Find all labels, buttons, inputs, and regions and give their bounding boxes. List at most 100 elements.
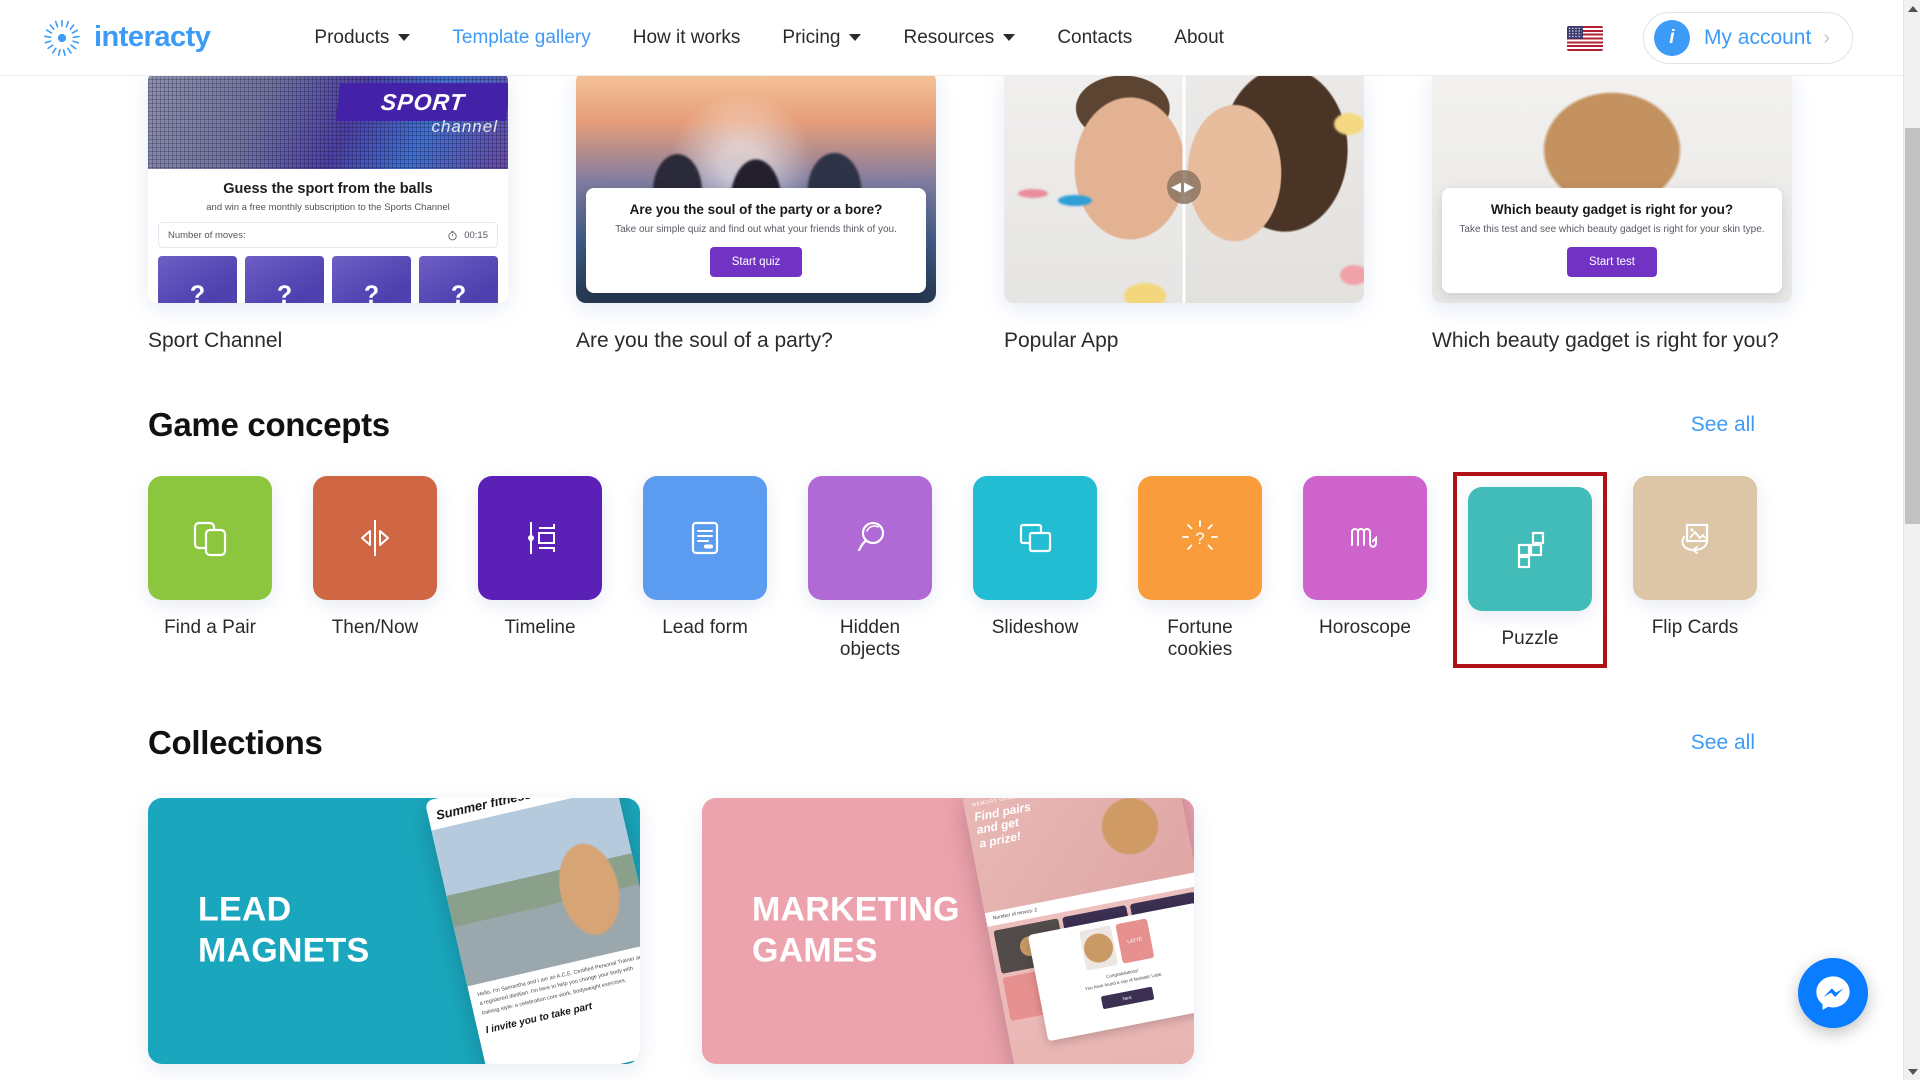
- moves-bar: Number of moves: 00:15: [158, 222, 498, 248]
- concept-puzzle[interactable]: Puzzle: [1453, 471, 1607, 669]
- sport-preview-body: Guess the sport from the balls and win a…: [148, 169, 508, 303]
- us-flag-icon[interactable]: [1566, 25, 1603, 51]
- messenger-chat-button[interactable]: [1798, 958, 1868, 1028]
- concept-horoscope[interactable]: Horoscope: [1303, 476, 1427, 664]
- nav-item-template-gallery[interactable]: Template gallery: [452, 27, 590, 49]
- concept-hidden-objects[interactable]: Hidden objects: [808, 476, 932, 664]
- nav-right-cluster: i My account ›: [1566, 0, 1853, 76]
- collection-preview-image: Summer fitness ma... Hello, I'm Samantha…: [424, 798, 640, 1064]
- nav-item-contacts[interactable]: Contacts: [1057, 27, 1132, 49]
- before-after-icon: [361, 520, 389, 556]
- collection-label: MARKETING GAMES: [752, 890, 960, 970]
- concept-tile[interactable]: [973, 476, 1097, 600]
- brand-name: interacty: [94, 21, 211, 53]
- preview-heading: Are you the soul of the party or a bore?: [629, 202, 883, 217]
- template-card[interactable]: Which beauty gadget is right for you? Ta…: [1432, 71, 1792, 353]
- vertical-scrollbar[interactable]: [1903, 0, 1920, 1080]
- template-card[interactable]: Are you the soul of the party or a bore?…: [576, 71, 936, 353]
- page-content: SPORT channel Guess the sport from the b…: [0, 71, 1903, 1080]
- chevron-down-icon: [849, 34, 862, 41]
- concept-fortune-cookies[interactable]: ? Fortune cookies: [1138, 476, 1262, 664]
- two-cards-icon: [193, 521, 227, 557]
- concept-tile[interactable]: [148, 476, 272, 600]
- modal-next-button[interactable]: Next: [1100, 986, 1154, 1010]
- template-preview[interactable]: ◀▶: [1004, 71, 1364, 303]
- concept-timeline[interactable]: Timeline: [478, 476, 602, 664]
- scrollbar-thumb[interactable]: [1905, 128, 1920, 524]
- scorpio-zodiac-icon: [1351, 528, 1377, 548]
- nav-label: Contacts: [1057, 26, 1133, 48]
- concept-tile[interactable]: [1303, 476, 1427, 600]
- tile-question-mark: ?: [189, 280, 206, 304]
- nav-label: About: [1174, 26, 1224, 48]
- stopwatch-icon: [448, 230, 457, 240]
- avatar: i: [1653, 20, 1690, 56]
- collection-lead-magnets[interactable]: LEAD MAGNETS Summer fitness ma... Hello,…: [148, 798, 640, 1064]
- scroll-down-arrow-icon[interactable]: [1904, 1063, 1920, 1080]
- concept-tile[interactable]: [313, 476, 437, 600]
- concept-then-now[interactable]: Then/Now: [313, 476, 437, 664]
- collection-preview-image: MEMORY GAME Find pairs and get a prize! …: [961, 798, 1194, 1064]
- sport-brand-text: SPORT: [379, 88, 467, 115]
- puzzle-blocks-icon: [1517, 531, 1545, 569]
- collections-header: Collections See all: [148, 724, 1755, 762]
- preview-subheading: Take this test and see which beauty gadg…: [1459, 224, 1765, 235]
- game-concepts-header: Game concepts See all: [148, 406, 1755, 444]
- nav-label: How it works: [632, 26, 741, 48]
- preview-subheading: and win a free monthly subscription to t…: [206, 202, 450, 213]
- see-all-collections[interactable]: See all: [1691, 731, 1755, 755]
- game-concepts-list: Find a Pair Then/Now Timeline Lead form …: [148, 471, 1757, 669]
- concept-find-a-pair[interactable]: Find a Pair: [148, 476, 272, 664]
- sport-brand-badge: SPORT: [336, 83, 508, 121]
- concept-tile[interactable]: ?: [1138, 476, 1262, 600]
- see-all-game-concepts[interactable]: See all: [1691, 413, 1755, 437]
- scroll-up-arrow-icon[interactable]: [1904, 0, 1920, 17]
- brand-logo[interactable]: interacty: [42, 18, 211, 58]
- before-half: [1004, 71, 1184, 303]
- concept-label: Hidden objects: [839, 617, 901, 661]
- start-quiz-button[interactable]: Start quiz: [709, 247, 803, 277]
- main-menu: Products Template gallery How it works P…: [314, 27, 1266, 49]
- concept-tile[interactable]: [1633, 476, 1757, 600]
- template-card[interactable]: ◀▶ Popular App: [1004, 71, 1364, 353]
- after-half: [1184, 71, 1364, 303]
- timer-group: 00:15: [447, 230, 488, 241]
- moves-label: Number of moves:: [168, 229, 246, 241]
- before-after-slider-icon[interactable]: ◀▶: [1167, 170, 1201, 204]
- form-document-icon: [691, 521, 719, 555]
- template-preview[interactable]: Are you the soul of the party or a bore?…: [576, 71, 936, 303]
- tile-question-mark: ?: [276, 280, 293, 304]
- concept-tile[interactable]: [643, 476, 767, 600]
- start-test-button[interactable]: Start test: [1566, 247, 1658, 277]
- memory-tile[interactable]: ? SPORT: [158, 256, 237, 303]
- nav-item-products[interactable]: Products: [314, 27, 411, 49]
- sport-brand-subtext: channel: [431, 117, 498, 136]
- concept-tile[interactable]: [1468, 487, 1592, 611]
- concept-slideshow[interactable]: Slideshow: [973, 476, 1097, 664]
- concept-tile[interactable]: [808, 476, 932, 600]
- template-card[interactable]: SPORT channel Guess the sport from the b…: [148, 71, 508, 353]
- chevron-down-icon: [1003, 34, 1016, 41]
- nav-item-resources[interactable]: Resources: [903, 26, 1016, 49]
- memory-tile-row: ? SPORT ? SPORT ? SPORT ?: [158, 256, 498, 303]
- template-preview[interactable]: SPORT channel Guess the sport from the b…: [148, 71, 508, 303]
- nav-item-about[interactable]: About: [1174, 27, 1224, 49]
- my-account-button[interactable]: i My account ›: [1642, 12, 1853, 64]
- section-title: Collections: [148, 724, 323, 761]
- template-preview[interactable]: Which beauty gadget is right for you? Ta…: [1432, 71, 1792, 303]
- memory-tile[interactable]: ? SPORT: [245, 256, 324, 303]
- nav-item-how-it-works[interactable]: How it works: [633, 27, 741, 49]
- concept-flip-cards[interactable]: Flip Cards: [1633, 476, 1757, 664]
- concept-label: Puzzle: [1501, 628, 1559, 649]
- nav-label: Resources: [903, 26, 995, 48]
- memory-tile[interactable]: ? SPORT: [332, 256, 411, 303]
- concept-tile[interactable]: [478, 476, 602, 600]
- memory-tile[interactable]: ? SPORT: [419, 256, 498, 303]
- nav-item-pricing[interactable]: Pricing: [782, 27, 862, 49]
- collection-marketing-games[interactable]: MARKETING GAMES MEMORY GAME Find pairs a…: [702, 798, 1194, 1064]
- messenger-icon: [1816, 976, 1850, 1010]
- timer-value: 00:15: [464, 229, 488, 241]
- concept-lead-form[interactable]: Lead form: [643, 476, 767, 664]
- preview-title: Find pairs and get a prize!: [972, 799, 1032, 851]
- concept-label: Timeline: [504, 617, 576, 638]
